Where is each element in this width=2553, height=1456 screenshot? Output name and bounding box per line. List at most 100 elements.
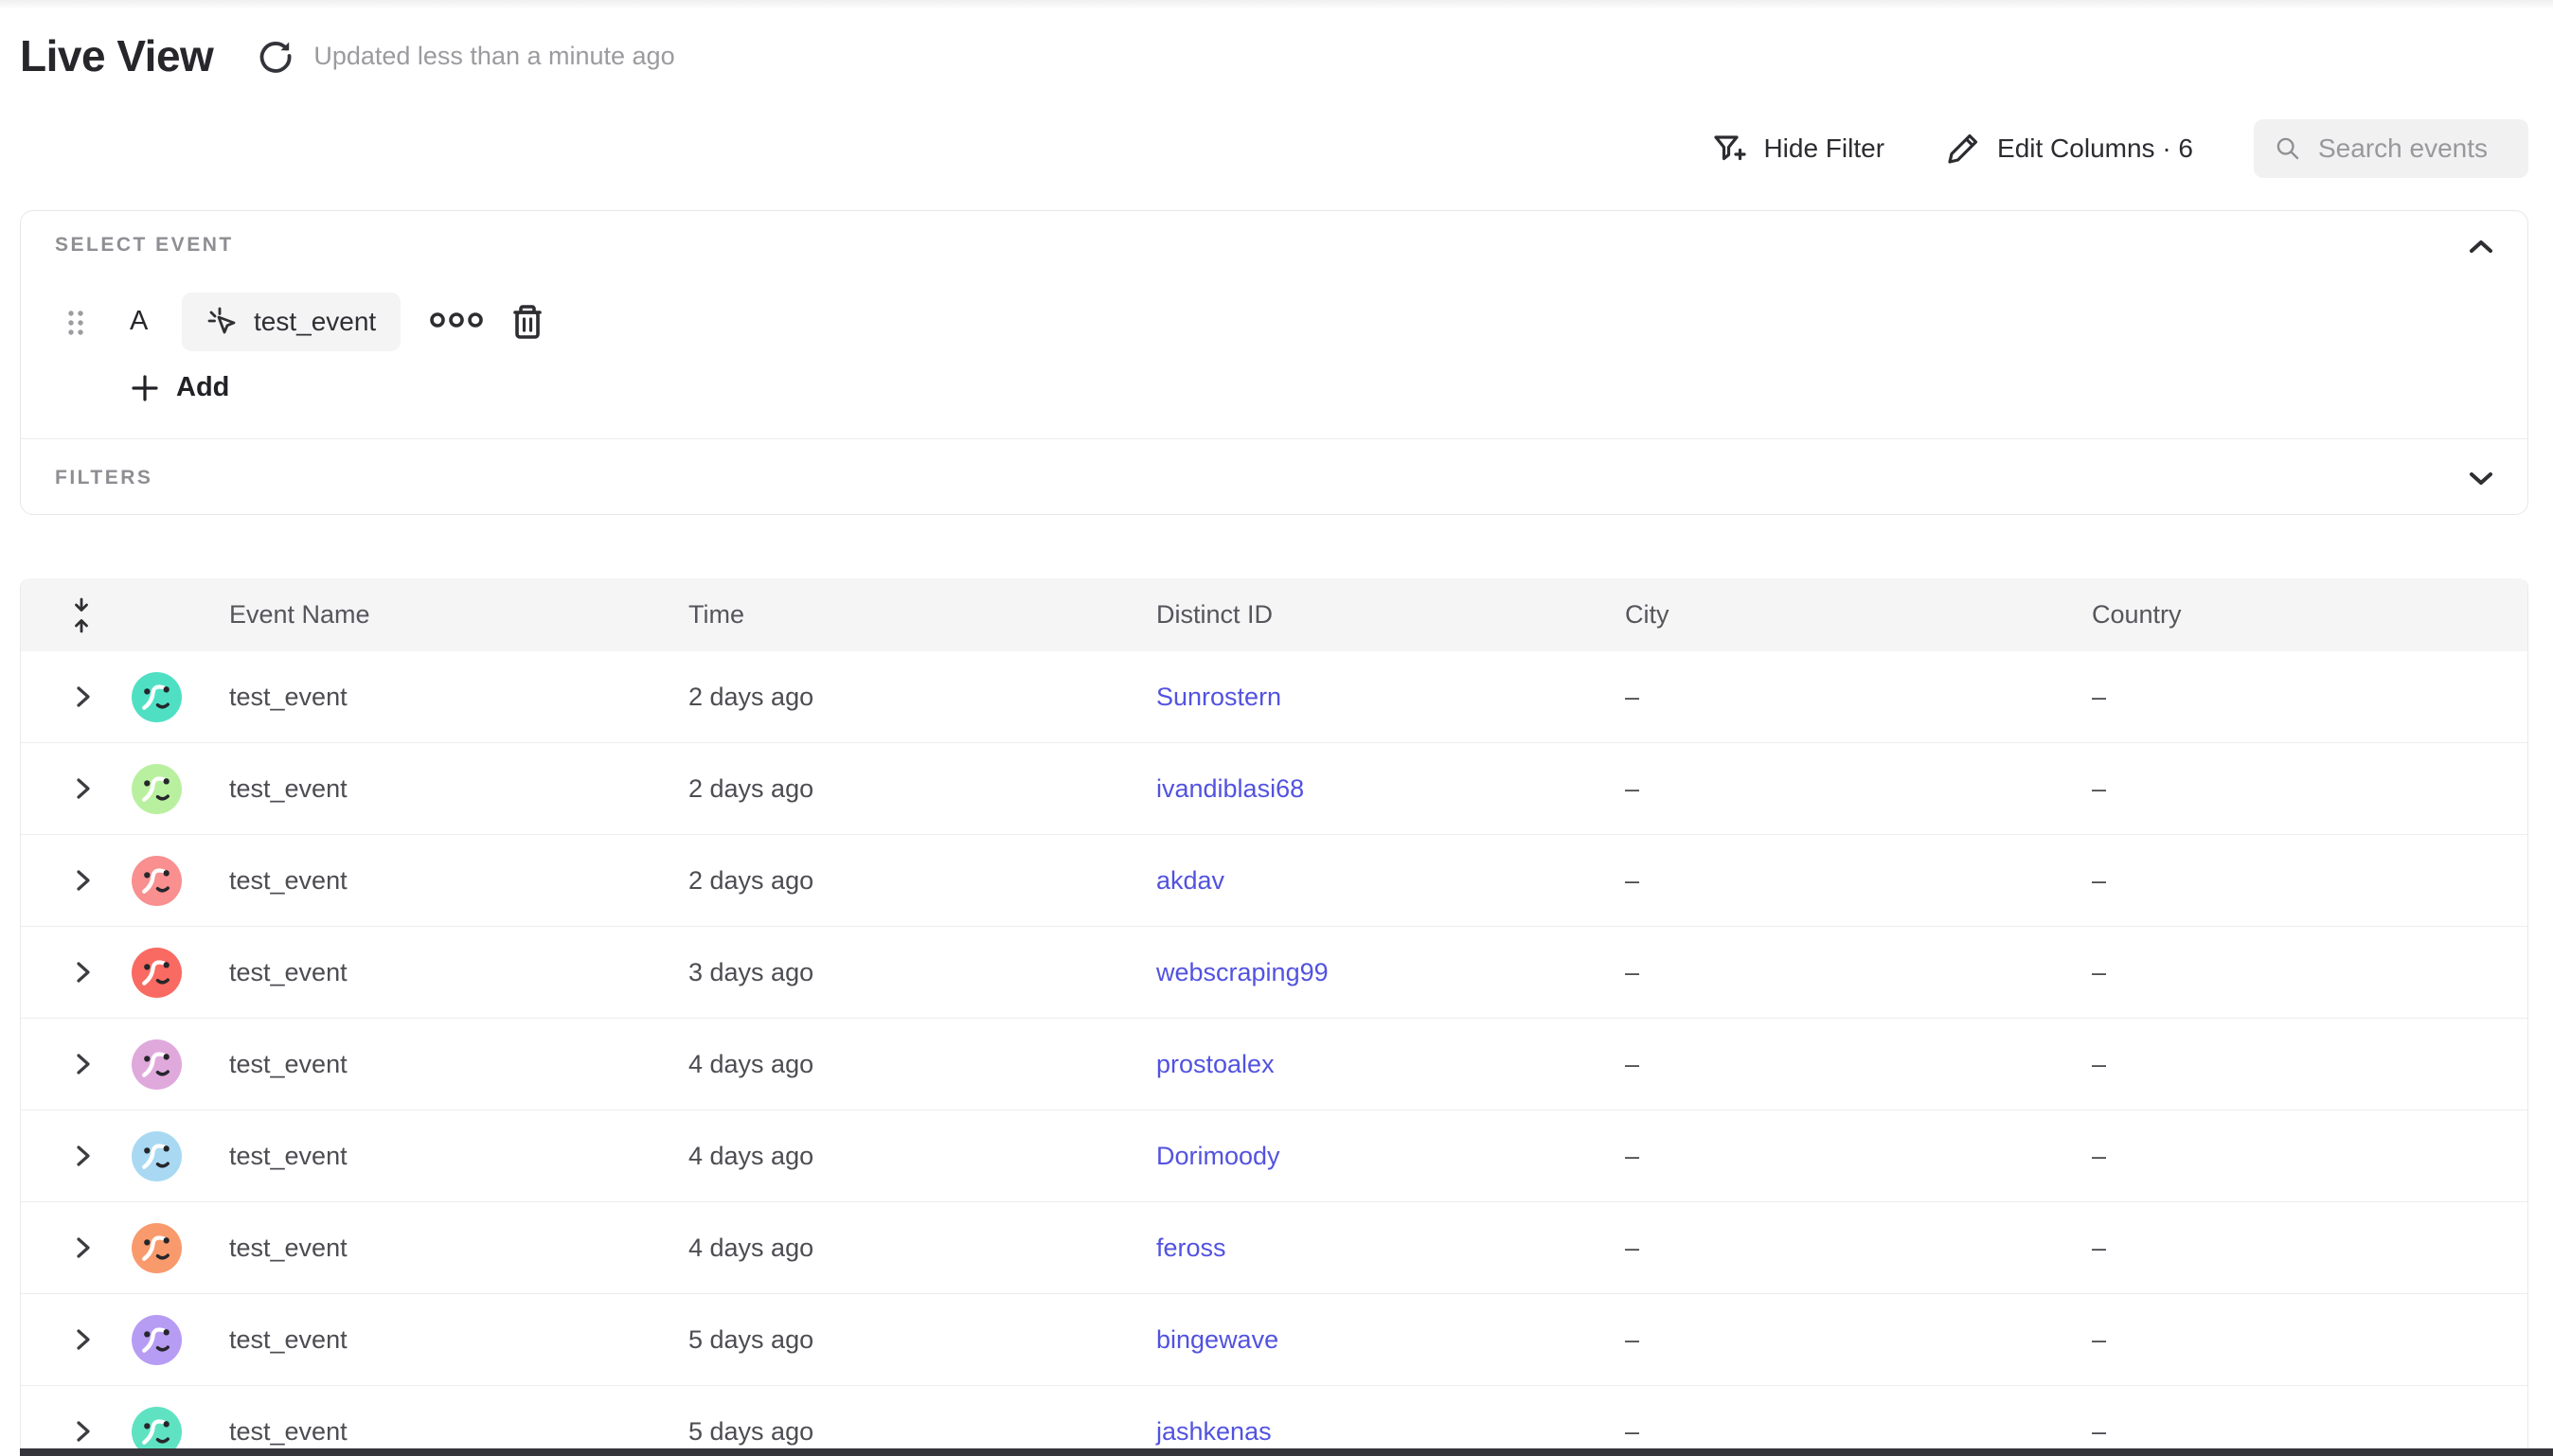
refresh-button[interactable] <box>257 37 295 75</box>
distinct-id-link[interactable]: ivandiblasi68 <box>1156 774 1304 803</box>
avatar <box>132 1039 182 1090</box>
pin-column-button[interactable] <box>21 597 112 633</box>
avatar <box>132 764 182 814</box>
country-cell: – <box>2092 1050 2527 1079</box>
city-cell: – <box>1625 958 2092 987</box>
event-name-cell: test_event <box>229 774 688 804</box>
avatar-cell <box>112 948 229 998</box>
chevron-right-icon <box>73 1051 94 1077</box>
event-name-cell: test_event <box>229 1050 688 1079</box>
expand-row-button[interactable] <box>21 684 112 710</box>
avatar <box>132 1315 182 1365</box>
avatar-cell <box>112 764 229 814</box>
edit-columns-button[interactable]: Edit Columns · 6 <box>1945 131 2193 167</box>
search-box[interactable] <box>2254 119 2528 178</box>
table-row[interactable]: test_event 4 days ago Dorimoody – – <box>21 1110 2527 1202</box>
delete-event-button[interactable] <box>508 301 547 343</box>
events-table: Event Name Time Distinct ID City Country… <box>20 578 2528 1456</box>
header-distinct-id[interactable]: Distinct ID <box>1156 600 1625 630</box>
avatar <box>132 672 182 722</box>
table-row[interactable]: test_event 5 days ago bingewave – – <box>21 1294 2527 1386</box>
table-row[interactable]: test_event 4 days ago feross – – <box>21 1202 2527 1294</box>
distinct-id-link[interactable]: webscraping99 <box>1156 958 1329 986</box>
country-cell: – <box>2092 683 2527 712</box>
series-letter: A <box>130 306 148 337</box>
distinct-id-link[interactable]: feross <box>1156 1234 1226 1262</box>
hide-filter-button[interactable]: Hide Filter <box>1711 131 1884 167</box>
table-header-row: Event Name Time Distinct ID City Country <box>21 578 2527 651</box>
table-row[interactable]: test_event 5 days ago jashkenas – – <box>21 1386 2527 1456</box>
expand-row-button[interactable] <box>21 1418 112 1445</box>
country-cell: – <box>2092 958 2527 987</box>
more-options-button[interactable] <box>428 308 485 332</box>
expand-filters-button[interactable] <box>2467 469 2495 488</box>
city-cell: – <box>1625 1417 2092 1447</box>
expand-row-button[interactable] <box>21 959 112 985</box>
header-event-name[interactable]: Event Name <box>229 600 688 630</box>
table-row[interactable]: test_event 2 days ago ivandiblasi68 – – <box>21 743 2527 835</box>
chevron-up-icon <box>2467 238 2495 257</box>
bottom-edge-bar <box>20 1448 2553 1456</box>
drag-handle-dots-icon <box>64 308 87 338</box>
city-cell: – <box>1625 683 2092 712</box>
distinct-id-link[interactable]: jashkenas <box>1156 1417 1272 1446</box>
city-cell: – <box>1625 866 2092 896</box>
avatar-cell <box>112 1315 229 1365</box>
header-time[interactable]: Time <box>688 600 1156 630</box>
country-cell: – <box>2092 1234 2527 1263</box>
distinct-id-link[interactable]: Sunrostern <box>1156 683 1281 711</box>
event-name-cell: test_event <box>229 1142 688 1171</box>
expand-row-button[interactable] <box>21 1326 112 1353</box>
event-chip-label: test_event <box>254 307 376 337</box>
page-top-edge <box>0 0 2553 9</box>
time-cell: 2 days ago <box>688 774 1156 804</box>
city-cell: – <box>1625 1142 2092 1171</box>
table-row[interactable]: test_event 2 days ago Sunrostern – – <box>21 651 2527 743</box>
distinct-id-link[interactable]: akdav <box>1156 866 1224 895</box>
chevron-right-icon <box>73 959 94 985</box>
expand-row-button[interactable] <box>21 1051 112 1077</box>
time-cell: 5 days ago <box>688 1325 1156 1355</box>
table-row[interactable]: test_event 2 days ago akdav – – <box>21 835 2527 927</box>
plus-icon <box>131 374 159 402</box>
table-body: test_event 2 days ago Sunrostern – – tes… <box>21 651 2527 1456</box>
table-row[interactable]: test_event 3 days ago webscraping99 – – <box>21 927 2527 1019</box>
live-view-page: Live View Updated less than a minute ago… <box>0 0 2553 1456</box>
country-cell: – <box>2092 1325 2527 1355</box>
avatar <box>132 948 182 998</box>
event-name-cell: test_event <box>229 1234 688 1263</box>
funnel-plus-icon <box>1711 131 1747 167</box>
event-chip-button[interactable]: test_event <box>182 293 401 351</box>
panel-divider <box>21 438 2527 439</box>
distinct-id-link[interactable]: prostoalex <box>1156 1050 1275 1078</box>
add-event-button[interactable]: Add <box>131 372 229 403</box>
expand-row-button[interactable] <box>21 775 112 802</box>
chevron-right-icon <box>73 867 94 894</box>
header-country[interactable]: Country <box>2092 600 2527 630</box>
page-header: Live View Updated less than a minute ago <box>20 28 675 83</box>
chevron-down-icon <box>2467 469 2495 488</box>
search-events-input[interactable] <box>2318 133 2508 164</box>
time-cell: 2 days ago <box>688 683 1156 712</box>
event-name-cell: test_event <box>229 1325 688 1355</box>
collapse-section-button[interactable] <box>2467 238 2495 257</box>
distinct-id-link[interactable]: bingewave <box>1156 1325 1278 1354</box>
expand-row-button[interactable] <box>21 867 112 894</box>
pencil-icon <box>1945 131 1981 167</box>
event-name-cell: test_event <box>229 683 688 712</box>
header-city[interactable]: City <box>1625 600 2092 630</box>
drag-handle[interactable] <box>64 308 87 338</box>
page-title: Live View <box>20 30 213 81</box>
distinct-id-link[interactable]: Dorimoody <box>1156 1142 1280 1170</box>
chevron-right-icon <box>73 1143 94 1169</box>
table-row[interactable]: test_event 4 days ago prostoalex – – <box>21 1019 2527 1110</box>
expand-row-button[interactable] <box>21 1234 112 1261</box>
click-cursor-icon <box>206 306 239 338</box>
time-cell: 5 days ago <box>688 1417 1156 1447</box>
time-cell: 4 days ago <box>688 1050 1156 1079</box>
expand-row-button[interactable] <box>21 1143 112 1169</box>
time-cell: 3 days ago <box>688 958 1156 987</box>
chevron-right-icon <box>73 1326 94 1353</box>
filters-section-label: FILTERS <box>55 467 152 489</box>
avatar <box>132 1223 182 1273</box>
